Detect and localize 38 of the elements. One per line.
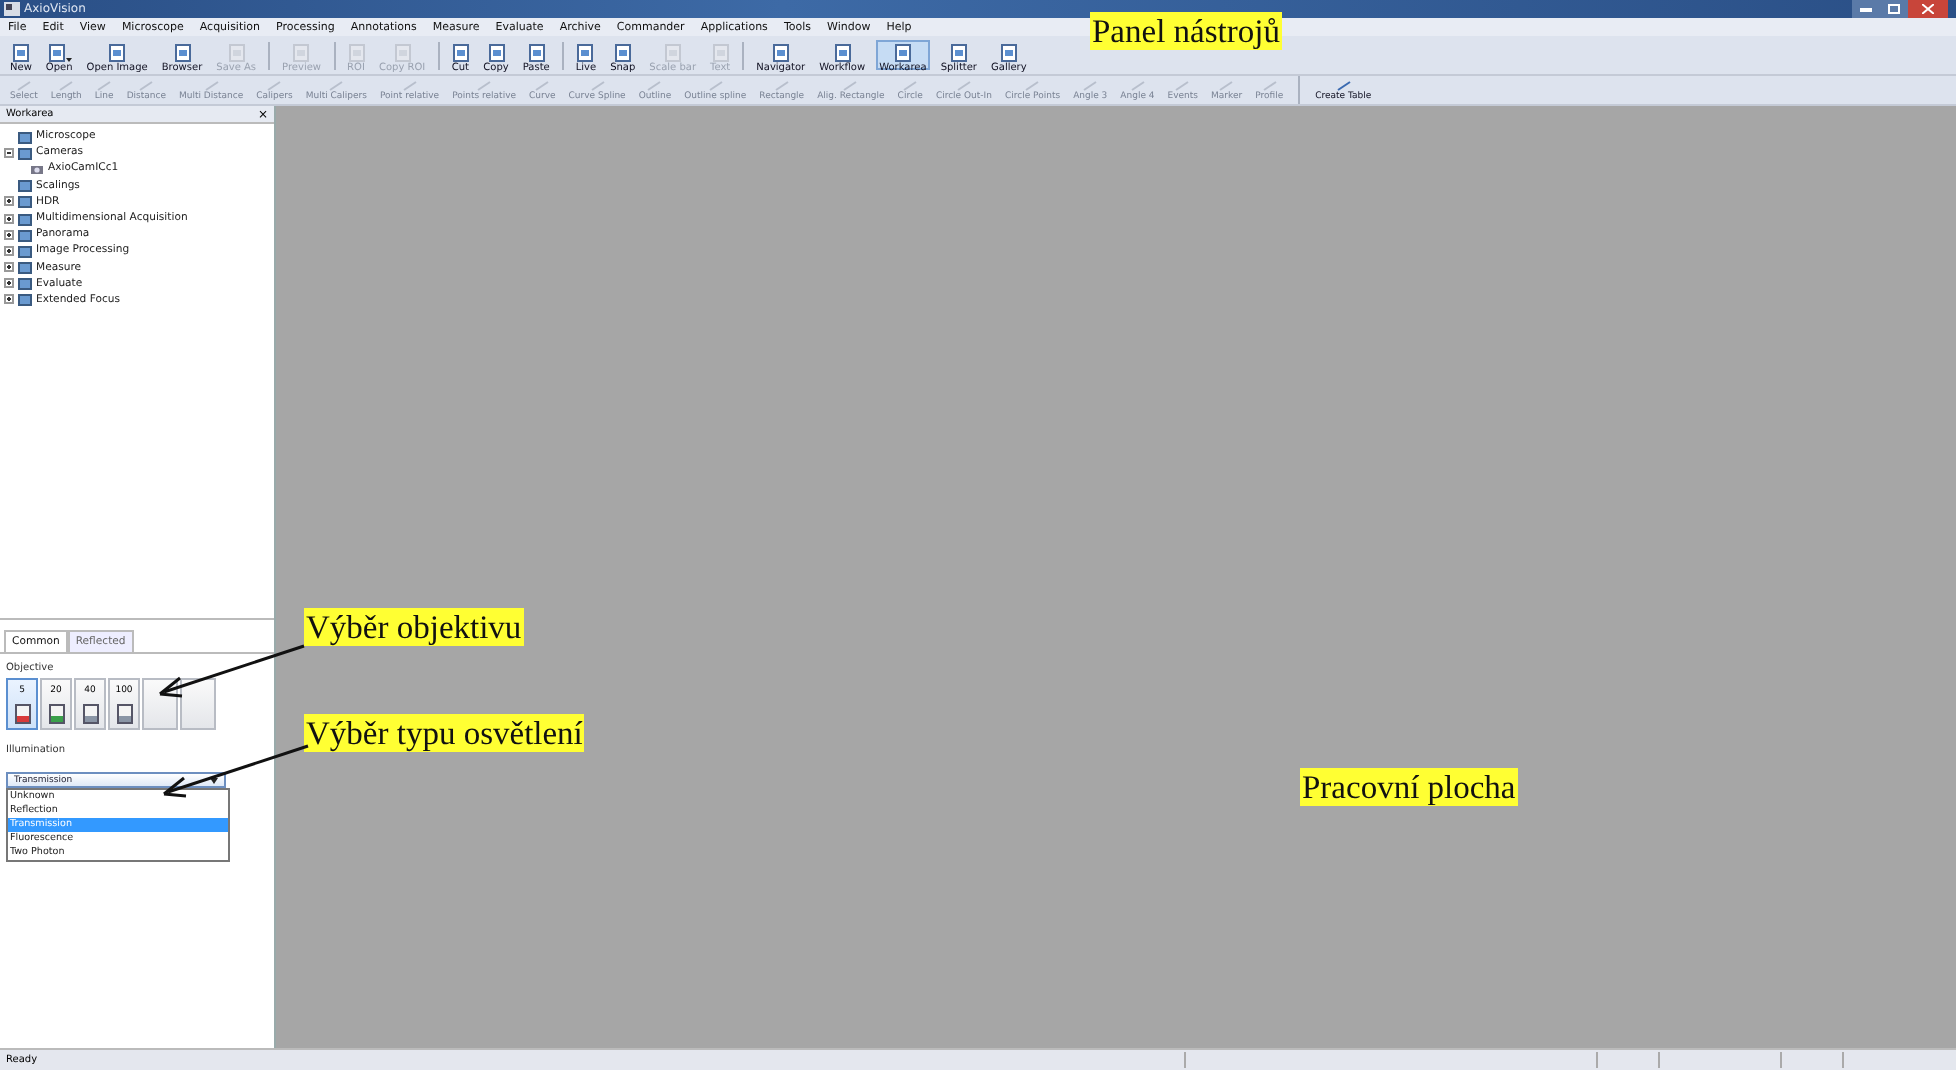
camera-icon: [30, 161, 44, 176]
maximize-icon: [1888, 4, 1900, 14]
document-icon: [108, 44, 127, 62]
expander-icon[interactable]: [4, 262, 14, 273]
document-icon: [393, 44, 412, 62]
document-icon: [949, 44, 968, 62]
caret-icon: [210, 777, 218, 783]
minimize-icon: [1860, 6, 1872, 12]
close-button[interactable]: [1908, 0, 1948, 18]
document-icon: [527, 44, 546, 62]
close-icon: [1922, 4, 1934, 14]
document-icon: [347, 44, 365, 62]
expander-icon[interactable]: [4, 229, 14, 240]
callout-label: Výběr objektivu: [304, 608, 524, 646]
empty-slot-button[interactable]: [142, 678, 178, 730]
document-icon: [771, 44, 790, 62]
app-icon: [4, 2, 20, 16]
document-icon: [292, 44, 311, 62]
callout-label: Pracovní plocha: [1300, 768, 1518, 806]
expander-icon[interactable]: [4, 196, 14, 207]
document-icon: [227, 44, 246, 62]
minimize-button[interactable]: [1852, 0, 1880, 18]
document-icon: [663, 44, 682, 62]
expander-icon[interactable]: [4, 294, 14, 305]
document-icon: [711, 44, 730, 62]
line-tool-icon: [1335, 79, 1352, 91]
callout-label: Panel nástrojů: [1090, 12, 1282, 50]
document-icon: [833, 44, 852, 62]
maximize-button[interactable]: [1880, 0, 1908, 18]
document-icon: [173, 44, 191, 62]
expander-icon[interactable]: [4, 213, 14, 224]
expander-icon[interactable]: [4, 245, 14, 256]
document-icon: [893, 44, 912, 62]
expander-icon[interactable]: [4, 278, 14, 289]
callout-label: Výběr typu osvětlení: [304, 714, 585, 752]
expander-icon[interactable]: [4, 147, 14, 158]
document-icon: [999, 44, 1018, 62]
empty-slot-button[interactable]: [180, 678, 216, 730]
